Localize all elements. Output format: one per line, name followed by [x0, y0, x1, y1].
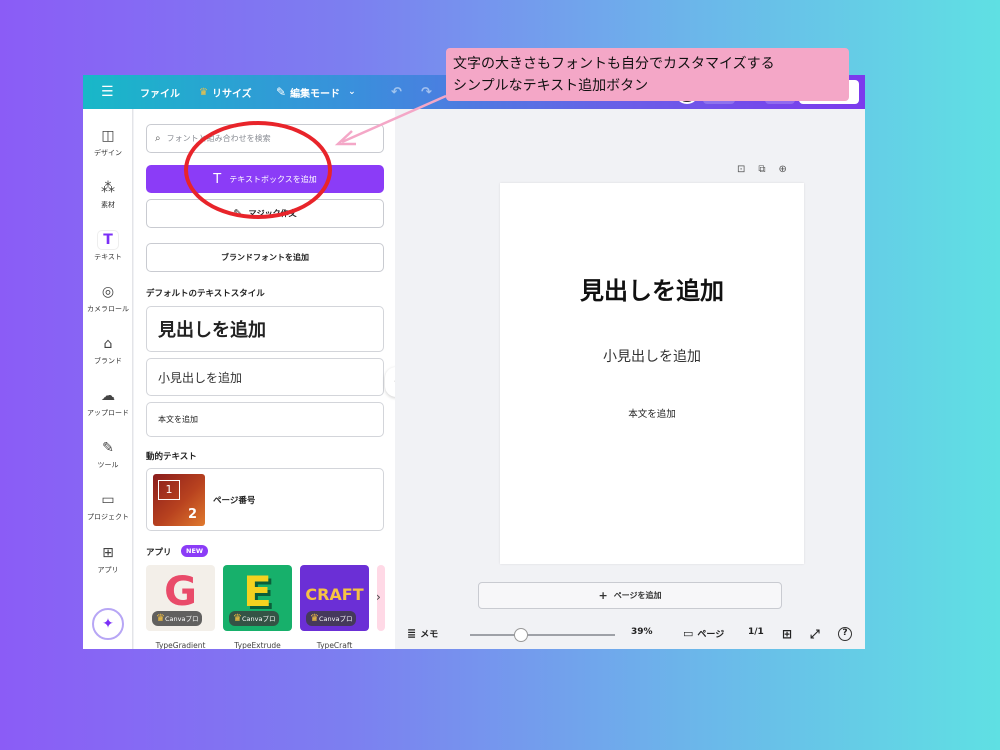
- lock-icon[interactable]: ⊡: [737, 164, 745, 175]
- page-subheading-text[interactable]: 小見出しを追加: [500, 346, 804, 366]
- elements-icon: ⁂: [101, 180, 115, 196]
- redo-icon[interactable]: ↷: [421, 75, 432, 109]
- pro-badge: ♛Canvaプロ: [152, 611, 203, 626]
- hamburger-icon[interactable]: ☰: [101, 75, 114, 109]
- typeextrude-logo: E: [243, 567, 272, 616]
- callout-line-2: シンプルなテキスト追加ボタン: [453, 78, 649, 94]
- app-typegradient[interactable]: G ♛Canvaプロ: [146, 565, 215, 631]
- page-heading-text[interactable]: 見出しを追加: [500, 271, 804, 306]
- text-icon: T: [98, 231, 118, 249]
- add-page-icon[interactable]: ⊕: [779, 164, 787, 175]
- thumb-number-1: 1: [158, 480, 180, 500]
- default-styles-title: デフォルトのテキストスタイル: [146, 289, 265, 299]
- edit-mode-menu[interactable]: ✎ 編集モード ⌄: [276, 75, 356, 109]
- pro-badge: ♛Canvaプロ: [229, 611, 280, 626]
- crown-icon: ♛: [199, 86, 208, 98]
- design-page[interactable]: 見出しを追加 小見出しを追加 本文を追加: [500, 183, 804, 564]
- page-tools: ⊡ ⧉ ⊕: [737, 164, 787, 175]
- zoom-slider[interactable]: [470, 634, 615, 636]
- new-badge: NEW: [181, 545, 209, 557]
- add-brand-font-button[interactable]: ブランドフォントを追加: [146, 243, 384, 272]
- app-typeextrude[interactable]: E ♛Canvaプロ: [223, 565, 292, 631]
- zoom-slider-handle[interactable]: [514, 628, 528, 642]
- bottom-bar: ≣ メモ 39% ▭ ページ 1/1 ⊞ ⤢ ?: [395, 619, 865, 649]
- rail-item-projects[interactable]: ▭ プロジェクト: [83, 491, 133, 522]
- help-icon[interactable]: ?: [838, 627, 852, 641]
- highlight-ellipse: [184, 121, 332, 219]
- sparkle-icon: ✦: [102, 616, 114, 632]
- rail-item-camera-roll[interactable]: ◎ カメラロール: [83, 283, 133, 314]
- page-number-thumbnail: 1 2: [153, 474, 205, 526]
- page-body-text[interactable]: 本文を追加: [500, 406, 804, 420]
- camera-icon: ◎: [101, 284, 115, 300]
- rail-item-elements[interactable]: ⁂ 素材: [83, 179, 133, 210]
- crown-icon: ♛: [156, 613, 165, 624]
- folder-icon: ▭: [101, 492, 115, 508]
- crown-icon: ♛: [233, 613, 242, 624]
- grid-view-icon[interactable]: ⊞: [782, 627, 792, 641]
- add-subheading-style[interactable]: 小見出しを追加: [146, 358, 384, 396]
- duplicate-icon[interactable]: ⧉: [758, 164, 765, 175]
- fullscreen-icon[interactable]: ⤢: [810, 627, 820, 642]
- apps-title: アプリ: [146, 548, 172, 558]
- pro-badge: ♛Canvaプロ: [306, 611, 357, 626]
- crown-icon: ♛: [310, 613, 319, 624]
- app-typecraft[interactable]: CRAFT ♛Canvaプロ: [300, 565, 369, 631]
- search-icon: ⌕: [155, 133, 161, 144]
- resize-menu[interactable]: ♛ リサイズ: [199, 75, 252, 109]
- undo-icon[interactable]: ↶: [391, 75, 402, 109]
- file-menu[interactable]: ファイル: [140, 75, 180, 109]
- pages-icon: ▭: [683, 627, 694, 640]
- page-count[interactable]: 1/1: [748, 627, 764, 637]
- add-page-button[interactable]: + ページを追加: [478, 582, 782, 609]
- rail-item-text[interactable]: T テキスト: [83, 231, 133, 262]
- zoom-level[interactable]: 39%: [631, 627, 653, 637]
- canvas-area: ⊡ ⧉ ⊕ 見出しを追加 小見出しを追加 本文を追加 + ページを追加: [395, 109, 865, 649]
- pages-button[interactable]: ▭ ページ: [683, 627, 724, 640]
- plus-icon: +: [598, 589, 608, 602]
- app-name-typegradient: TypeGradient: [155, 641, 206, 649]
- callout-line-1: 文字の大きさもフォントも自分でカスタマイズする: [453, 56, 775, 72]
- notes-icon: ≣: [407, 627, 417, 640]
- chevron-right-icon[interactable]: ›: [376, 590, 381, 604]
- upload-icon: ☁: [101, 388, 115, 404]
- brand-icon: ⌂: [103, 336, 113, 352]
- magic-sparkle-button[interactable]: ✦: [92, 608, 124, 640]
- chevron-down-icon: ⌄: [348, 87, 356, 97]
- add-heading-style[interactable]: 見出しを追加: [146, 306, 384, 352]
- tools-icon: ✎: [102, 440, 114, 456]
- rail-item-tools[interactable]: ✎ ツール: [83, 439, 133, 470]
- rail-item-design[interactable]: ◫ デザイン: [83, 127, 133, 158]
- app-name-typecraft: TypeCraft: [316, 641, 353, 649]
- page-number-card[interactable]: 1 2 ページ番号: [146, 468, 384, 531]
- page-number-label: ページ番号: [213, 496, 256, 506]
- pencil-icon: ✎: [276, 85, 287, 99]
- design-icon: ◫: [101, 128, 115, 144]
- apps-icon: ⊞: [102, 545, 114, 561]
- typegradient-logo: G: [164, 569, 197, 615]
- rail-item-brand[interactable]: ⌂ ブランド: [83, 335, 133, 366]
- rail-item-apps[interactable]: ⊞ アプリ: [83, 544, 133, 575]
- annotation-callout: 文字の大きさもフォントも自分でカスタマイズする シンプルなテキスト追加ボタン: [446, 48, 849, 101]
- dynamic-text-title: 動的テキスト: [146, 452, 197, 462]
- side-rail: ◫ デザイン ⁂ 素材 T テキスト ◎ カメラロール ⌂ ブランド ☁ アップ…: [83, 109, 133, 649]
- app-name-typeextrude: TypeExtrude: [234, 641, 281, 649]
- memo-button[interactable]: ≣ メモ: [407, 627, 438, 640]
- thumb-number-2: 2: [187, 507, 197, 522]
- typecraft-logo: CRAFT: [305, 585, 364, 604]
- add-body-style[interactable]: 本文を追加: [146, 402, 384, 437]
- rail-item-upload[interactable]: ☁ アップロード: [83, 387, 133, 418]
